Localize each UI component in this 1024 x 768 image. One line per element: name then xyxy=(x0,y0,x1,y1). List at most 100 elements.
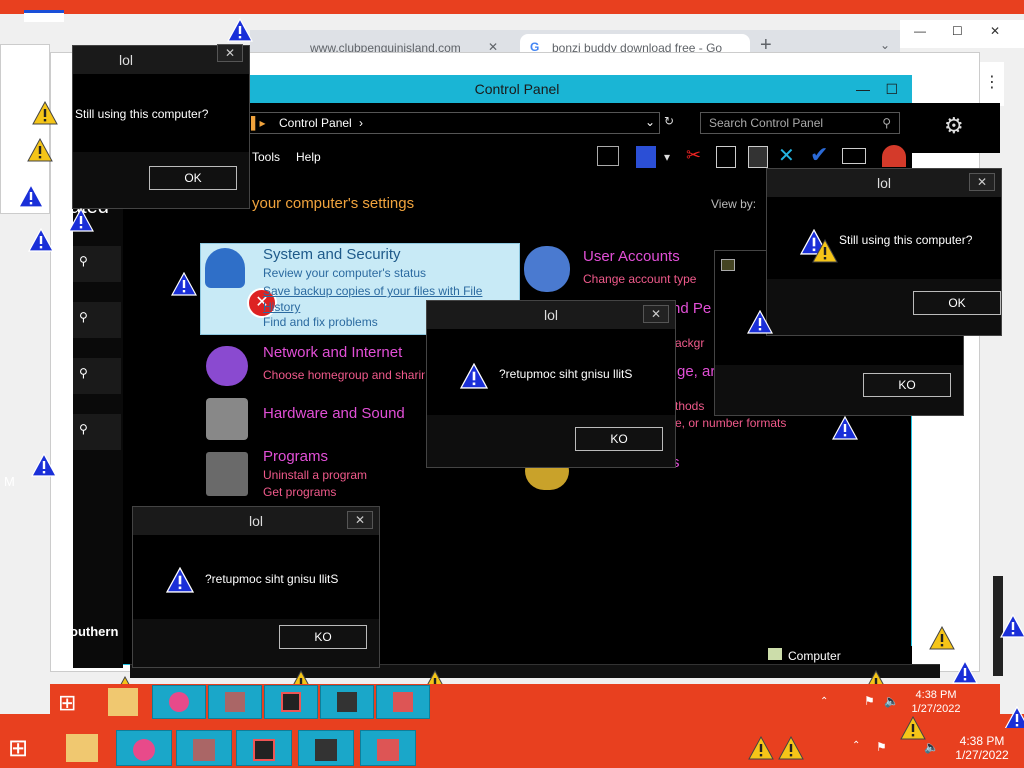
chevron-down-icon[interactable]: ▾ xyxy=(664,150,670,164)
dialog-titlebar: lol xyxy=(427,301,675,329)
ko-button[interactable]: KO xyxy=(863,373,951,397)
app-icon xyxy=(193,739,215,761)
taskbar-app[interactable] xyxy=(360,730,416,766)
close-button[interactable]: ✕ xyxy=(969,173,995,191)
maximize-icon[interactable]: ☐ xyxy=(952,24,963,38)
taskbar-app[interactable] xyxy=(376,685,430,719)
category-link[interactable]: Choose homegroup and sharing options xyxy=(263,368,425,382)
programs-icon xyxy=(206,452,248,496)
warning-icon xyxy=(32,101,58,125)
clock[interactable]: 4:38 PM 1/27/2022 xyxy=(950,734,1014,762)
app-icon xyxy=(225,692,245,712)
dialog-titlebar: lol xyxy=(767,169,1001,197)
category-title[interactable]: User Accounts xyxy=(583,248,680,265)
gear-icon[interactable]: ⚙ xyxy=(944,113,964,139)
copy-icon[interactable] xyxy=(716,146,736,168)
status-bar: Computer xyxy=(762,646,912,666)
warning-icon xyxy=(952,660,978,684)
folder-icon: ▌▸ xyxy=(251,116,266,130)
layout-icon[interactable] xyxy=(597,146,619,166)
file-explorer-icon[interactable] xyxy=(108,688,138,716)
view-by-label: View by: xyxy=(711,197,757,211)
monitor-icon xyxy=(337,692,357,712)
flag-icon[interactable]: ⚑ xyxy=(864,694,875,708)
warning-icon xyxy=(68,208,94,232)
category-title-fragment[interactable]: nd Pe xyxy=(672,300,711,317)
taskbar-app[interactable] xyxy=(152,685,206,719)
menu-item-help[interactable]: Help xyxy=(296,150,321,164)
window-controls: — ☐ ✕ xyxy=(900,20,1024,48)
close-button[interactable]: ✕ xyxy=(217,44,243,62)
minimize-icon[interactable]: — xyxy=(914,24,926,38)
menu-item-tools[interactable]: Tools xyxy=(252,150,280,164)
category-title[interactable]: Hardware and Sound xyxy=(263,405,405,422)
warning-icon xyxy=(459,363,489,389)
close-button[interactable]: ✕ xyxy=(643,305,669,323)
taskbar-app[interactable] xyxy=(298,730,354,766)
taskbar-app[interactable] xyxy=(320,685,374,719)
search-input[interactable]: Search Control Panel ⚲ xyxy=(700,112,900,134)
sidebar-search[interactable]: ⚲ xyxy=(73,302,121,338)
ok-button[interactable]: OK xyxy=(149,166,237,190)
taskbar-app[interactable] xyxy=(176,730,232,766)
flag-icon[interactable]: ⚑ xyxy=(876,740,887,754)
taskbar-app[interactable] xyxy=(208,685,262,719)
search-icon: ⚲ xyxy=(79,310,88,324)
volume-icon[interactable]: 🔈 xyxy=(884,694,899,708)
category-link[interactable]: Get programs xyxy=(263,485,336,499)
shell-icon[interactable] xyxy=(882,145,906,167)
category-title[interactable]: System and Security xyxy=(263,246,401,263)
volume-icon[interactable]: 🔈 xyxy=(924,740,939,754)
close-button[interactable]: ✕ xyxy=(347,511,373,529)
chevron-up-icon[interactable]: ⌃ xyxy=(820,696,828,707)
category-link-fragment[interactable]: ackgr xyxy=(675,336,704,350)
dialog-title: lol xyxy=(248,513,263,529)
delete-icon[interactable]: ✕ xyxy=(778,143,795,168)
category-title[interactable]: Network and Internet xyxy=(263,344,402,361)
dialog-button-area: KO xyxy=(715,365,963,415)
monitor-icon xyxy=(315,739,337,761)
chevron-down-icon[interactable]: ⌄ xyxy=(645,115,655,129)
warning-icon xyxy=(28,228,54,252)
category-link[interactable]: Find and fix problems xyxy=(263,315,378,329)
minimize-icon[interactable]: — xyxy=(856,75,870,103)
address-bar[interactable]: ▌▸ Control Panel › ⌄ xyxy=(248,112,660,134)
network-icon xyxy=(206,346,248,386)
category-title-fragment[interactable]: ge, ar xyxy=(677,363,715,380)
cut-icon[interactable]: ✂ xyxy=(686,145,701,166)
refresh-icon[interactable]: ↻ xyxy=(664,114,674,128)
sidebar-search[interactable]: ⚲ xyxy=(73,246,121,282)
paste-icon[interactable] xyxy=(748,146,768,168)
windows-start-icon[interactable]: ⊞ xyxy=(58,690,76,716)
properties-icon[interactable] xyxy=(636,146,656,168)
warning-icon xyxy=(900,716,926,740)
taskbar: ⊞ ⌃ ⚑ 🔈 4:38 PM 1/27/2022 xyxy=(0,728,1024,768)
category-title[interactable]: Programs xyxy=(263,448,328,465)
close-icon[interactable]: ✕ xyxy=(990,24,1000,38)
taskbar-app[interactable] xyxy=(236,730,292,766)
category-link-fragment[interactable]: e, or number formats xyxy=(675,416,786,430)
sidebar-search[interactable]: ⚲ xyxy=(73,414,121,450)
windows-start-icon[interactable]: ⊞ xyxy=(8,734,28,763)
chevron-down-icon[interactable]: ⌄ xyxy=(880,38,890,52)
category-link-fragment[interactable]: thods xyxy=(675,399,704,413)
ok-button[interactable]: OK xyxy=(913,291,1001,315)
clock[interactable]: 4:38 PM 1/27/2022 xyxy=(906,688,966,716)
rename-icon[interactable] xyxy=(842,148,866,164)
warning-icon xyxy=(778,736,804,760)
ko-button[interactable]: KO xyxy=(279,625,367,649)
taskbar-app[interactable] xyxy=(264,685,318,719)
dialog-title: lol xyxy=(543,307,558,323)
chevron-up-icon[interactable]: ⌃ xyxy=(852,740,860,751)
category-link[interactable]: Uninstall a program xyxy=(263,468,367,482)
checkmark-icon[interactable]: ✔ xyxy=(810,142,828,168)
maximize-icon[interactable]: ☐ xyxy=(885,75,898,103)
file-explorer-icon[interactable] xyxy=(66,734,98,762)
sidebar-search[interactable]: ⚲ xyxy=(73,358,121,394)
browser-icon xyxy=(133,739,155,761)
search-icon[interactable]: ⚲ xyxy=(882,116,891,130)
category-link[interactable]: Review your computer's status xyxy=(263,266,426,280)
taskbar-app[interactable] xyxy=(116,730,172,766)
ko-button[interactable]: KO xyxy=(575,427,663,451)
category-link[interactable]: Change account type xyxy=(583,272,696,286)
